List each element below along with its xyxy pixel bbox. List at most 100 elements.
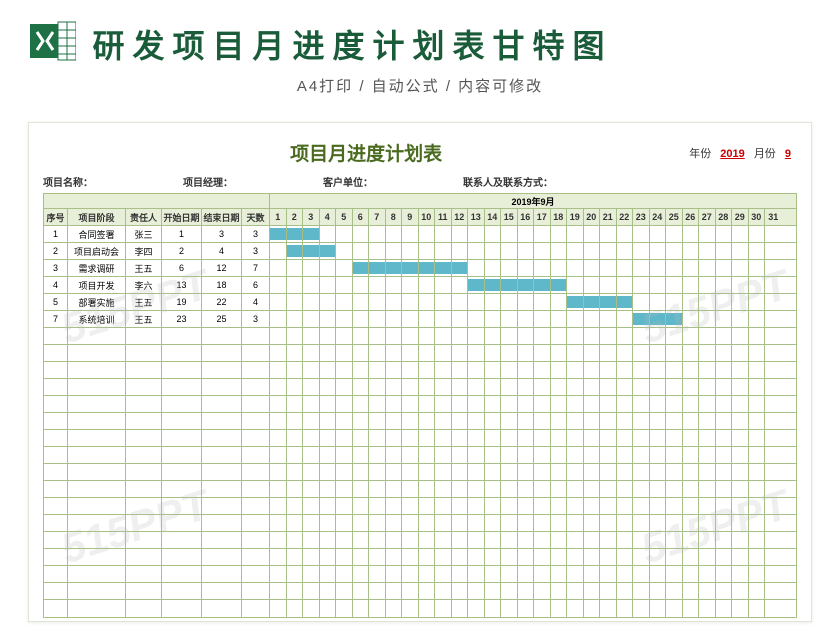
gantt-cell [435, 277, 452, 293]
gantt-cell [402, 464, 419, 480]
gantt-cell [386, 430, 403, 446]
gantt-cell [452, 464, 469, 480]
gantt-cell [650, 498, 667, 514]
gantt-cell [699, 447, 716, 463]
gantt-cell [551, 260, 568, 276]
gantt-cell [765, 328, 782, 344]
gantt-bar [287, 245, 303, 256]
gantt-cell [584, 396, 601, 412]
cell [242, 430, 270, 446]
gantt-cell [732, 447, 749, 463]
gantt-cell [485, 447, 502, 463]
gantt-cell [584, 566, 601, 582]
gantt-cell [749, 294, 766, 310]
day-header: 5 [336, 209, 353, 225]
gantt-cell [633, 277, 650, 293]
gantt-cell [369, 600, 386, 617]
gantt-cell [617, 481, 634, 497]
gantt-cell [402, 600, 419, 617]
gantt-cell [386, 447, 403, 463]
gantt-cell [287, 379, 304, 395]
gantt-cell [402, 498, 419, 514]
cell [162, 583, 202, 599]
gantt-cell [765, 498, 782, 514]
gantt-cell [666, 226, 683, 242]
gantt-cell [716, 583, 733, 599]
gantt-cell [716, 413, 733, 429]
gantt-cell [336, 243, 353, 259]
gantt-cell [303, 515, 320, 531]
gantt-cell [650, 294, 667, 310]
gantt-cell [765, 566, 782, 582]
gantt-cell [617, 549, 634, 565]
gantt-cell [617, 600, 634, 617]
gantt-cell [567, 311, 584, 327]
gantt-cell [435, 226, 452, 242]
gantt-cell [518, 566, 535, 582]
gantt-cell [353, 566, 370, 582]
cell [242, 328, 270, 344]
gantt-cell [270, 243, 287, 259]
gantt-cell [567, 566, 584, 582]
gantt-cell [303, 362, 320, 378]
gantt-cell [633, 260, 650, 276]
gantt-cell [435, 532, 452, 548]
gantt-cell [386, 294, 403, 310]
cell [202, 532, 242, 548]
gantt-cell [600, 379, 617, 395]
gantt-bar [666, 313, 682, 324]
gantt-cell [435, 464, 452, 480]
gantt-cell [683, 464, 700, 480]
gantt-cell [336, 464, 353, 480]
month-header-spacer [44, 194, 270, 208]
gantt-cell [716, 345, 733, 361]
day-header: 15 [501, 209, 518, 225]
gantt-cell [303, 328, 320, 344]
gantt-cell [369, 328, 386, 344]
gantt-cell [633, 566, 650, 582]
cell: 王五 [126, 260, 162, 276]
gantt-cell [485, 464, 502, 480]
gantt-cell [617, 566, 634, 582]
meta-manager: 项目经理： [183, 174, 233, 189]
table-row [44, 498, 796, 515]
gantt-cell [567, 583, 584, 599]
gantt-cell [287, 294, 304, 310]
gantt-cell [402, 311, 419, 327]
col-start: 开始日期 [162, 209, 202, 225]
gantt-cell [419, 328, 436, 344]
gantt-cell [683, 498, 700, 514]
gantt-cell [617, 362, 634, 378]
gantt-cell [666, 549, 683, 565]
gantt-cell [353, 447, 370, 463]
gantt-cell [650, 515, 667, 531]
gantt-cell [683, 532, 700, 548]
gantt-cell [765, 515, 782, 531]
cell [162, 379, 202, 395]
gantt-cell [287, 515, 304, 531]
gantt-cell [699, 396, 716, 412]
cell: 2 [44, 243, 68, 259]
gantt-cell [320, 260, 337, 276]
gantt-cell [452, 566, 469, 582]
gantt-cell [551, 294, 568, 310]
gantt-cell [617, 464, 634, 480]
gantt-cell [386, 226, 403, 242]
gantt-cell [617, 294, 634, 310]
gantt-cell [749, 243, 766, 259]
gantt-cell [402, 379, 419, 395]
gantt-cell [452, 345, 469, 361]
gantt-cell [518, 481, 535, 497]
table-row [44, 515, 796, 532]
gantt-cell [336, 379, 353, 395]
gantt-cell [650, 583, 667, 599]
gantt-bar [567, 296, 583, 307]
gantt-cell [633, 311, 650, 327]
day-header: 27 [699, 209, 716, 225]
gantt-bar [402, 262, 418, 273]
gantt-cell [287, 311, 304, 327]
cell: 6 [162, 260, 202, 276]
cell: 4 [242, 294, 270, 310]
gantt-cell [749, 362, 766, 378]
gantt-cell [716, 226, 733, 242]
